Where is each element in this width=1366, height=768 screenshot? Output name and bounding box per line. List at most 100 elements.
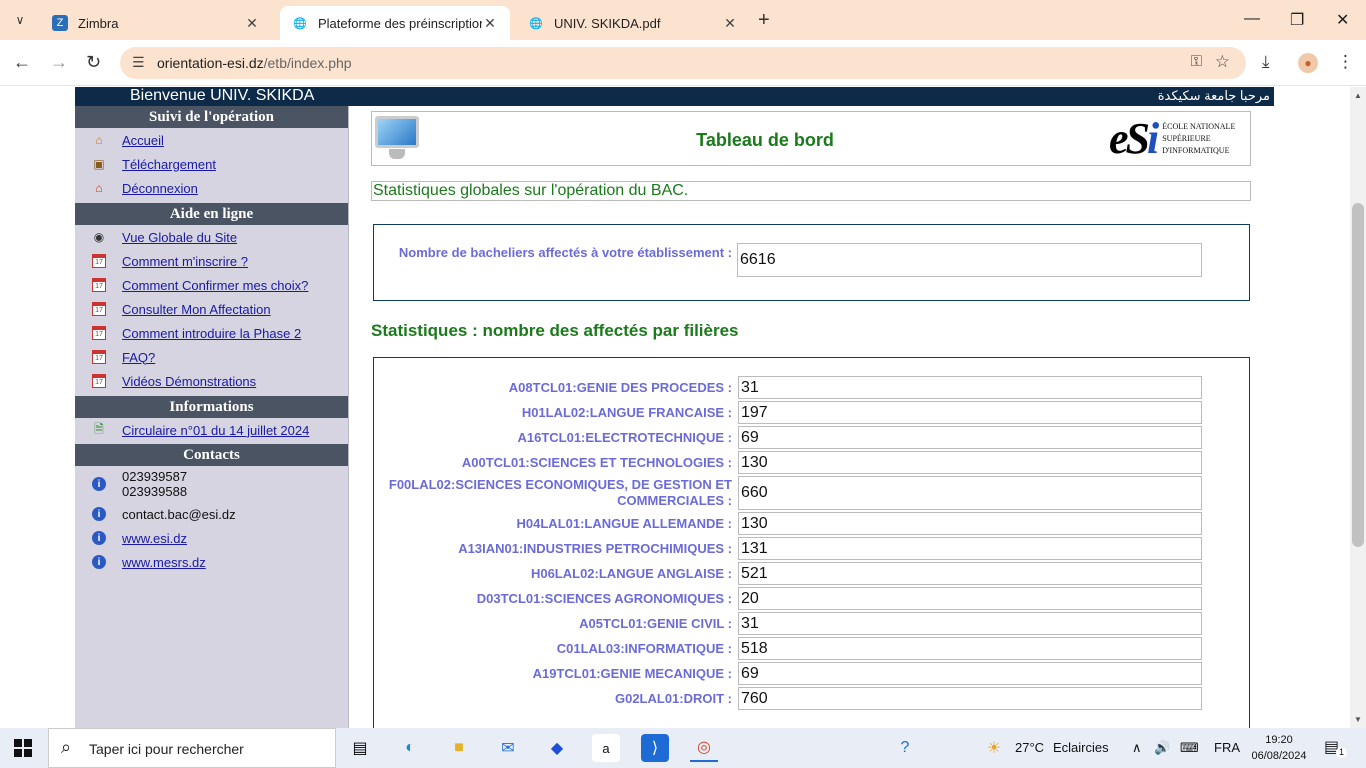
sidebar-item-deconnexion[interactable]: ⌂ Déconnexion [75,176,348,200]
sidebar-item-phase2[interactable]: 17 Comment introduire la Phase 2 [75,321,348,345]
logo-line: SUPÉRIEURE [1162,133,1211,143]
sidebar-link[interactable]: www.esi.dz [122,531,187,546]
filiere-label: A19TCL01:GENIE MECANIQUE : [532,666,732,681]
tab-strip: ∨ Z Zimbra ✕ 🌐 Plateforme des préinscrip… [0,0,1366,40]
sidebar-link[interactable]: Déconnexion [122,181,198,196]
volume-icon[interactable]: 🔊 [1154,740,1170,756]
filiere-row: G02LAL01:DROIT : 760 [374,687,1251,710]
close-icon[interactable]: ✕ [482,15,498,32]
weather-text[interactable]: Eclaircies [1053,740,1109,755]
back-button[interactable]: ← [13,52,31,73]
sidebar-link[interactable]: Circulaire n°01 du 14 juillet 2024 [122,423,309,438]
sidebar-item-inscrire[interactable]: 17 Comment m'inscrire ? [75,249,348,273]
minimize-button[interactable]: — [1244,10,1260,28]
clock[interactable]: 19:20 06/08/2024 [1249,732,1309,764]
sidebar-link[interactable]: Vidéos Démonstrations [122,374,256,389]
filiere-label: A05TCL01:GENIE CIVIL : [579,616,732,631]
download-icon[interactable]: ⤓ [1262,52,1270,72]
filiere-label: A00TCL01:SCIENCES ET TECHNOLOGIES : [461,455,732,470]
sidebar-link[interactable]: Comment introduire la Phase 2 [122,326,301,341]
sidebar-item-affectation[interactable]: 17 Consulter Mon Affectation [75,297,348,321]
dropbox-icon[interactable]: ◆ [543,734,571,762]
scroll-down-arrow[interactable]: ▼ [1354,715,1362,724]
sidebar-item-accueil[interactable]: ⌂ Accueil [75,128,348,152]
notification-icon[interactable]: ▤ 1 [1324,737,1347,758]
tab-search-button[interactable]: ∨ [8,8,32,32]
amazon-icon[interactable]: a [592,734,620,762]
filiere-label: A16TCL01:ELECTROTECHNIQUE : [517,430,732,445]
tray-chevron-icon[interactable]: ∧ [1132,740,1142,756]
sidebar-link[interactable]: Consulter Mon Affectation [122,302,271,317]
sidebar-link[interactable]: Comment Confirmer mes choix? [122,278,308,293]
taskbar-search[interactable]: ⌕ Taper ici pour rechercher [48,728,336,768]
mail-icon[interactable]: ✉ [494,734,522,762]
sidebar-link[interactable]: Téléchargement [122,157,216,172]
filiere-row: A05TCL01:GENIE CIVIL : 31 [374,612,1251,635]
filiere-row: D03TCL01:SCIENCES AGRONOMIQUES : 20 [374,587,1251,610]
contact-esi-link[interactable]: i www.esi.dz [75,526,348,550]
restore-button[interactable]: ❐ [1290,10,1304,30]
filiere-row: A16TCL01:ELECTROTECHNIQUE : 69 [374,426,1251,449]
clock-date: 06/08/2024 [1251,750,1307,762]
url-host: orientation-esi.dz [157,55,264,71]
filiere-value: 130 [738,512,1202,535]
keyboard-icon[interactable]: ⌨ [1180,740,1199,756]
bookmark-star-icon[interactable]: ☆ [1215,52,1230,72]
sidebar-link[interactable]: Comment m'inscrire ? [122,254,248,269]
weather-icon[interactable]: ☀ [980,734,1008,762]
language-indicator[interactable]: FRA [1214,740,1240,755]
sidebar-item-confirmer[interactable]: 17 Comment Confirmer mes choix? [75,273,348,297]
sidebar-item-telechargement[interactable]: ▣ Téléchargement [75,152,348,176]
sidebar-item-vue-globale[interactable]: ◉ Vue Globale du Site [75,225,348,249]
dashboard-header: Tableau de bord eSi ÉCOLE NATIONALE SUPÉ… [371,111,1251,166]
reload-button[interactable]: ↻ [86,52,101,73]
close-window-button[interactable]: ✕ [1336,10,1349,30]
tab-zimbra[interactable]: Z Zimbra ✕ [40,6,272,40]
filiere-value: 31 [738,376,1202,399]
close-icon[interactable]: ✕ [244,15,260,32]
sidebar-link[interactable]: FAQ? [122,350,155,365]
task-view-icon[interactable]: ▤ [346,734,374,762]
close-icon[interactable]: ✕ [722,15,738,32]
filiere-row: H06LAL02:LANGUE ANGLAISE : 521 [374,562,1251,585]
tab-preinscriptions[interactable]: 🌐 Plateforme des préinscriptions ✕ [280,6,510,40]
help-icon[interactable]: ? [891,734,919,762]
profile-avatar[interactable]: ● [1298,53,1318,73]
home-icon: ⌂ [95,181,103,195]
forward-button[interactable]: → [50,52,68,73]
edge-icon[interactable]: ◐ [396,734,424,762]
phone-2: 023939588 [122,484,188,499]
new-tab-button[interactable]: + [758,9,770,32]
file-explorer-icon[interactable]: ■ [445,734,473,762]
menu-icon[interactable]: ⋮ [1337,52,1354,72]
sidebar-link[interactable]: www.mesrs.dz [122,555,206,570]
contact-phones: i 023939587 023939588 [75,466,348,502]
phone-1: 023939587 [122,469,188,484]
sidebar-item-circulaire[interactable]: 🗎 Circulaire n°01 du 14 juillet 2024 [75,418,348,442]
site-settings-icon[interactable]: ☰ [132,54,145,71]
url-text[interactable]: orientation-esi.dz/etb/index.php [157,55,352,71]
weather-temp[interactable]: 27°C [1015,740,1044,755]
calendar-icon: 17 [92,302,106,316]
sidebar-link[interactable]: Accueil [122,133,164,148]
calendar-icon: 17 [92,254,106,268]
stats-box: A08TCL01:GENIE DES PROCEDES :31 H01LAL02:… [373,357,1250,728]
windows-start-button[interactable] [14,739,32,757]
sidebar-item-videos[interactable]: 17 Vidéos Démonstrations [75,369,348,393]
total-box: Nombre de bacheliers affectés à votre ét… [373,224,1250,301]
scroll-up-arrow[interactable]: ▲ [1354,91,1362,100]
filiere-value: 69 [738,426,1202,449]
sidebar-item-faq[interactable]: 17 FAQ? [75,345,348,369]
powershell-icon[interactable]: ⟩ [641,734,669,762]
calendar-icon: 17 [92,350,106,364]
contact-mesrs-link[interactable]: i www.mesrs.dz [75,550,348,574]
scrollbar-thumb[interactable] [1352,203,1364,547]
address-bar[interactable]: ☰ orientation-esi.dz/etb/index.php ⚿ ☆ [120,47,1246,79]
page-scrollbar[interactable]: ▲ ▼ [1350,87,1366,728]
tab-pdf[interactable]: 🌐 UNIV. SKIKDA.pdf ✕ [516,6,750,40]
key-icon[interactable]: ⚿ [1191,53,1202,70]
esi-logo: eSi ÉCOLE NATIONALE SUPÉRIEURE D'INFORMA… [1109,113,1236,163]
sidebar-link[interactable]: Vue Globale du Site [122,230,237,245]
chrome-icon[interactable]: ◎ [690,734,718,762]
sidebar: Suivi de l'opération ⌂ Accueil ▣ Télécharg… [75,106,349,728]
